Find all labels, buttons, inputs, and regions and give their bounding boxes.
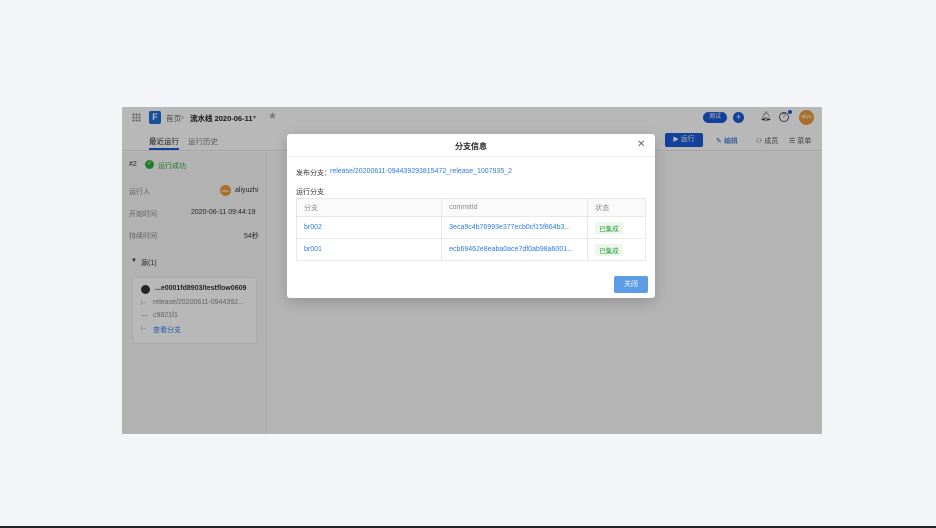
status-cell: 已集成: [587, 238, 646, 261]
branch-info-dialog: 分支信息 ✕ 发布分支： release/20200611-0944392938…: [287, 134, 655, 298]
column-header-branch: 分支: [296, 198, 443, 217]
table-header-row: 分支 commitId 状态: [296, 198, 646, 217]
column-header-status: 状态: [587, 198, 646, 217]
commit-cell: ecb69462e8eaba0ace7df0ab98a6001...: [441, 238, 589, 261]
table-row: br001 ecb69462e8eaba0ace7df0ab98a6001...…: [296, 238, 646, 261]
branch-cell: br001: [296, 238, 443, 261]
dialog-divider: [287, 156, 655, 157]
branches-table: 分支 commitId 状态 br002 3eca9c4b76993e377ec…: [296, 198, 646, 261]
status-cell: 已集成: [587, 216, 646, 239]
release-branch-label: 发布分支：: [296, 170, 331, 177]
close-button[interactable]: 关闭: [614, 276, 648, 293]
commit-link[interactable]: 3eca9c4b76993e377ecb0cf15f864b3...: [449, 224, 570, 231]
table-row: br002 3eca9c4b76993e377ecb0cf15f864b3...…: [296, 216, 646, 239]
branch-link[interactable]: br001: [304, 246, 322, 253]
commit-link[interactable]: ecb69462e8eaba0ace7df0ab98a6001...: [449, 246, 573, 253]
status-badge: 已集成: [595, 243, 623, 256]
column-header-commit: commitId: [441, 198, 589, 217]
branch-link[interactable]: br002: [304, 224, 322, 231]
dialog-title: 分支信息: [455, 142, 487, 151]
release-branch-link[interactable]: release/20200611-094439293815472_release…: [330, 168, 512, 175]
commit-cell: 3eca9c4b76993e377ecb0cf15f864b3...: [441, 216, 589, 239]
run-branches-label: 运行分支: [296, 189, 324, 196]
close-icon[interactable]: ✕: [637, 139, 645, 150]
status-badge: 已集成: [595, 221, 623, 234]
branch-cell: br002: [296, 216, 443, 239]
